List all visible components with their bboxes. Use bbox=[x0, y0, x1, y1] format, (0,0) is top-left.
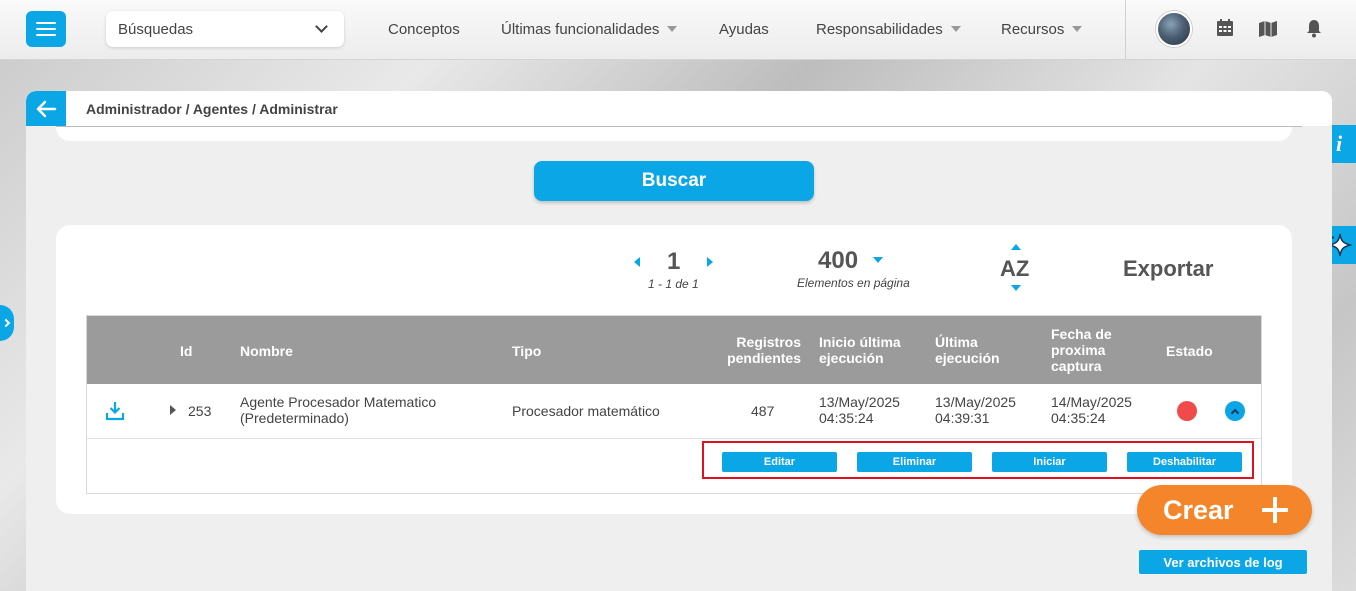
breadcrumb: Administrador / Agentes / Administrar bbox=[86, 101, 338, 117]
start-button[interactable]: Iniciar bbox=[992, 452, 1107, 472]
th-next-line: captura bbox=[1051, 358, 1102, 374]
th-next[interactable]: Fecha de proxima captura bbox=[1051, 326, 1112, 374]
page-number: 1 bbox=[667, 248, 681, 275]
search-select[interactable]: Búsquedas bbox=[106, 11, 344, 47]
nav-recursos[interactable]: Recursos bbox=[1001, 0, 1083, 58]
nav-ultimas-funcionalidades[interactable]: Últimas funcionalidades bbox=[501, 0, 678, 58]
nav-ayudas[interactable]: Ayudas bbox=[719, 0, 769, 58]
prev-page-icon[interactable] bbox=[634, 257, 640, 267]
status-indicator bbox=[1177, 401, 1197, 421]
th-start-line: ejecución bbox=[819, 350, 884, 366]
calendar-icon[interactable] bbox=[1215, 18, 1235, 38]
cell-type: Procesador matemático bbox=[512, 403, 660, 419]
arrow-left-icon bbox=[36, 100, 57, 117]
panel-header: Administrador / Agentes / Administrar bbox=[26, 91, 1332, 126]
chevron-right-icon bbox=[1, 318, 10, 328]
th-last-line: Última bbox=[935, 334, 978, 350]
download-icon[interactable] bbox=[105, 401, 125, 421]
cell-next-line: 04:35:24 bbox=[1051, 410, 1106, 426]
th-start-line: Inicio última bbox=[819, 334, 901, 350]
menu-icon[interactable] bbox=[26, 11, 66, 47]
top-bar: Búsquedas Conceptos Últimas funcionalida… bbox=[0, 0, 1356, 60]
cell-pending: 487 bbox=[751, 403, 775, 419]
sort-az-button[interactable]: AZ bbox=[1000, 256, 1029, 282]
chevron-up-icon bbox=[1230, 408, 1240, 417]
th-next-line: Fecha de bbox=[1051, 326, 1112, 342]
per-page-label: Elementos en página bbox=[797, 276, 910, 290]
th-pending[interactable]: Registros pendientes bbox=[719, 334, 801, 366]
row-actions: Editar Eliminar Iniciar Deshabilitar bbox=[702, 441, 1254, 479]
plus-icon bbox=[1262, 497, 1288, 523]
view-log-button[interactable]: Ver archivos de log bbox=[1139, 550, 1307, 574]
cell-name-line: (Predeterminado) bbox=[240, 410, 349, 426]
nav-responsabilidades[interactable]: Responsabilidades bbox=[816, 0, 961, 58]
caret-down-icon bbox=[1072, 26, 1083, 32]
nav-label: Responsabilidades bbox=[816, 20, 943, 38]
search-select-value: Búsquedas bbox=[118, 20, 194, 38]
th-last-line: ejecución bbox=[935, 350, 1000, 366]
th-name[interactable]: Nombre bbox=[240, 343, 293, 359]
th-pending-line: Registros bbox=[736, 334, 801, 350]
nav-label: Conceptos bbox=[388, 20, 460, 38]
cell-name-line: Agente Procesador Matematico bbox=[240, 394, 437, 410]
caret-down-icon[interactable] bbox=[873, 257, 883, 263]
disable-button[interactable]: Deshabilitar bbox=[1127, 452, 1242, 472]
caret-down-icon bbox=[667, 26, 678, 32]
sort-down-icon[interactable] bbox=[1011, 285, 1021, 291]
create-button[interactable]: Crear bbox=[1137, 485, 1312, 535]
cell-name: Agente Procesador Matematico (Predetermi… bbox=[240, 394, 436, 426]
sort-up-icon[interactable] bbox=[1011, 244, 1021, 250]
next-page-icon[interactable] bbox=[707, 257, 713, 267]
left-panel-toggle[interactable] bbox=[0, 305, 14, 341]
divider bbox=[1125, 0, 1126, 60]
th-last[interactable]: Última ejecución bbox=[935, 334, 1000, 366]
cell-last-line: 04:39:31 bbox=[935, 410, 990, 426]
filter-card bbox=[56, 127, 1292, 141]
edit-button[interactable]: Editar bbox=[722, 452, 837, 472]
info-label: i bbox=[1335, 131, 1343, 156]
expand-row-icon[interactable] bbox=[170, 405, 176, 415]
nav-label: Recursos bbox=[1001, 20, 1065, 38]
export-button[interactable]: Exportar bbox=[1123, 256, 1213, 282]
cell-id: 253 bbox=[188, 403, 212, 419]
cell-start-line: 04:35:24 bbox=[819, 410, 874, 426]
cell-start: 13/May/2025 04:35:24 bbox=[819, 394, 900, 426]
table-header: Id Nombre Tipo Registros pendientes Inic… bbox=[87, 316, 1261, 384]
results-card: 1 1 - 1 de 1 400 Elementos en página AZ … bbox=[56, 225, 1292, 514]
main-panel: Administrador / Agentes / Administrar Bu… bbox=[26, 91, 1332, 591]
th-type[interactable]: Tipo bbox=[512, 343, 541, 359]
cell-next-line: 14/May/2025 bbox=[1051, 394, 1132, 410]
search-button[interactable]: Buscar bbox=[534, 161, 814, 201]
cell-last-line: 13/May/2025 bbox=[935, 394, 1016, 410]
per-page-value[interactable]: 400 bbox=[818, 247, 858, 275]
cell-start-line: 13/May/2025 bbox=[819, 394, 900, 410]
th-start[interactable]: Inicio última ejecución bbox=[819, 334, 901, 366]
th-next-line: proxima bbox=[1051, 342, 1106, 358]
cell-last: 13/May/2025 04:39:31 bbox=[935, 394, 1016, 426]
avatar[interactable] bbox=[1156, 11, 1192, 47]
map-icon[interactable] bbox=[1258, 18, 1278, 38]
agents-table: Id Nombre Tipo Registros pendientes Inic… bbox=[86, 315, 1262, 494]
caret-down-icon bbox=[950, 26, 961, 32]
table-row[interactable]: 253 Agente Procesador Matematico (Predet… bbox=[87, 384, 1261, 439]
create-label: Crear bbox=[1163, 494, 1234, 525]
nav-conceptos[interactable]: Conceptos bbox=[388, 0, 460, 58]
cell-next: 14/May/2025 04:35:24 bbox=[1051, 394, 1132, 426]
th-id[interactable]: Id bbox=[180, 343, 192, 359]
bell-icon[interactable] bbox=[1304, 18, 1324, 38]
th-status[interactable]: Estado bbox=[1166, 343, 1213, 359]
delete-button[interactable]: Eliminar bbox=[857, 452, 972, 472]
collapse-row-button[interactable] bbox=[1225, 401, 1245, 421]
chevron-down-icon bbox=[315, 20, 328, 33]
page-range: 1 - 1 de 1 bbox=[648, 277, 699, 291]
nav-label: Últimas funcionalidades bbox=[501, 20, 660, 38]
nav-label: Ayudas bbox=[719, 20, 769, 38]
th-pending-line: pendientes bbox=[727, 350, 801, 366]
back-button[interactable] bbox=[26, 91, 66, 126]
